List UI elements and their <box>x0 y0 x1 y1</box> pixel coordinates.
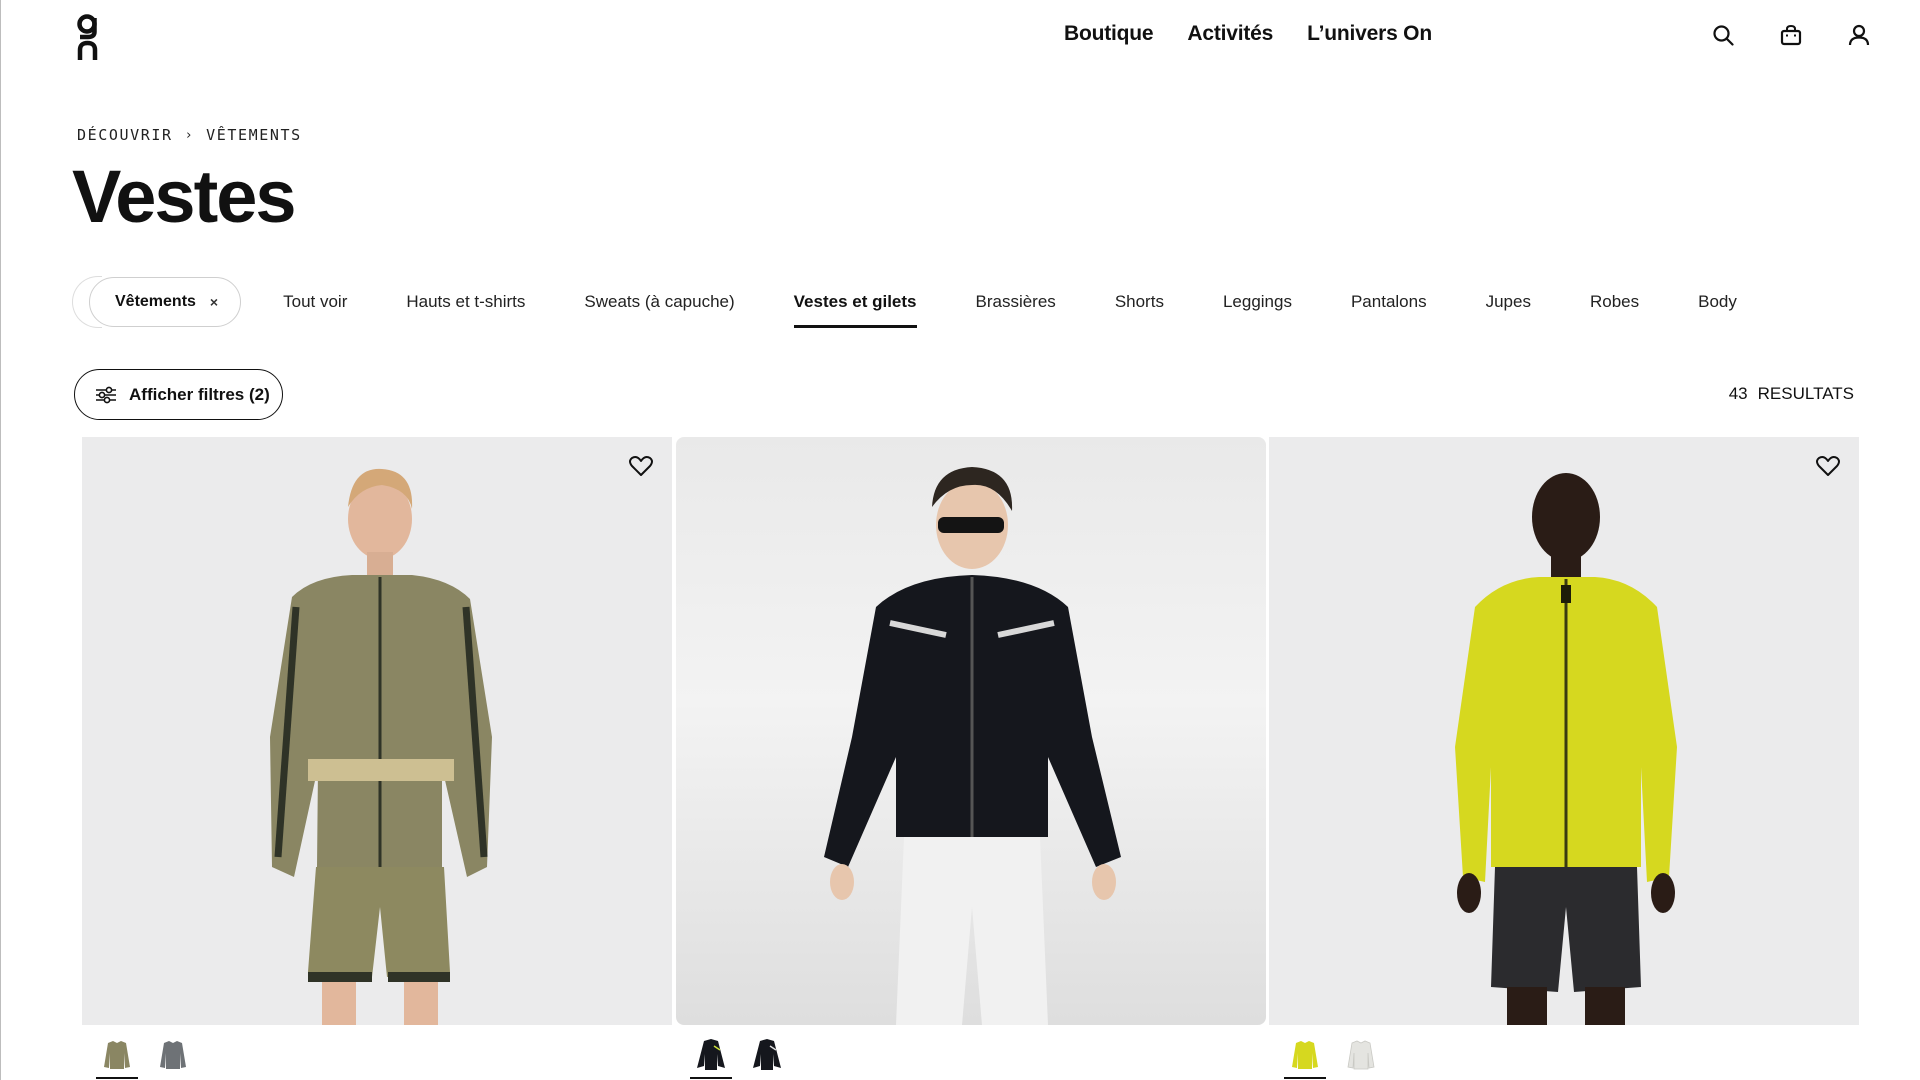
product-swatches <box>1284 1035 1382 1079</box>
nav-activites[interactable]: Activités <box>1187 22 1273 46</box>
tab-leggings[interactable]: Leggings <box>1223 276 1292 328</box>
tab-sweats[interactable]: Sweats (à capuche) <box>584 276 734 328</box>
heart-icon[interactable] <box>1815 453 1841 479</box>
page-title: Vestes <box>72 155 297 238</box>
on-logo-icon[interactable] <box>74 12 104 62</box>
nav-boutique[interactable]: Boutique <box>1064 22 1154 46</box>
category-bar: Vêtements × Tout voir Hauts et t-shirts … <box>72 276 1796 328</box>
swatch-jacket-icon[interactable] <box>690 1035 732 1079</box>
tab-brassieres[interactable]: Brassières <box>976 276 1056 328</box>
breadcrumb-vetements[interactable]: VÊTEMENTS <box>206 126 302 144</box>
active-filter-chip[interactable]: Vêtements × <box>89 277 242 327</box>
show-filters-button[interactable]: Afficher filtres (2) <box>74 369 283 420</box>
search-icon[interactable] <box>1710 22 1736 48</box>
breadcrumb-decouvrir[interactable]: DÉCOUVRIR <box>77 126 173 144</box>
close-icon[interactable]: × <box>210 294 218 310</box>
product-card[interactable] <box>676 437 1266 1025</box>
breadcrumb-separator: › <box>184 127 195 143</box>
account-icon[interactable] <box>1846 22 1872 48</box>
results-label: RESULTATS <box>1757 384 1854 403</box>
tab-tout-voir[interactable]: Tout voir <box>283 276 347 328</box>
product-swatches <box>690 1035 788 1079</box>
results-count: 43 RESULTATS <box>1729 384 1854 404</box>
product-image <box>1455 473 1677 1025</box>
product-card[interactable] <box>1269 437 1859 1025</box>
swatch-jacket-icon[interactable] <box>96 1035 138 1079</box>
results-number: 43 <box>1728 384 1748 403</box>
main-nav: Boutique Activités L’univers On <box>1064 22 1432 46</box>
nav-univers-on[interactable]: L’univers On <box>1307 22 1432 46</box>
chip-label: Vêtements <box>115 293 196 310</box>
heart-icon[interactable] <box>628 453 654 479</box>
tab-robes[interactable]: Robes <box>1590 276 1639 328</box>
tab-pantalons[interactable]: Pantalons <box>1351 276 1427 328</box>
swatch-jacket-icon[interactable] <box>152 1035 194 1075</box>
tab-vestes-et-gilets[interactable]: Vestes et gilets <box>793 276 917 328</box>
product-image <box>270 468 492 1025</box>
product-image <box>824 467 1121 1025</box>
swatch-jacket-icon[interactable] <box>1340 1035 1382 1075</box>
product-swatches <box>96 1035 194 1079</box>
show-filters-label: Afficher filtres (2) <box>129 384 270 404</box>
tab-shorts[interactable]: Shorts <box>1115 276 1164 328</box>
tab-body[interactable]: Body <box>1698 276 1737 328</box>
bag-icon[interactable] <box>1778 22 1804 48</box>
category-tabs: Tout voir Hauts et t-shirts Sweats (à ca… <box>283 276 1796 328</box>
sliders-icon <box>96 386 116 403</box>
product-card[interactable] <box>82 437 672 1025</box>
breadcrumb: DÉCOUVRIR › VÊTEMENTS <box>77 126 302 144</box>
swatch-jacket-icon[interactable] <box>1284 1035 1326 1079</box>
header-actions <box>1710 22 1872 48</box>
tab-jupes[interactable]: Jupes <box>1486 276 1531 328</box>
left-edge-divider <box>0 0 1 1080</box>
tab-hauts[interactable]: Hauts et t-shirts <box>406 276 525 328</box>
swatch-jacket-icon[interactable] <box>746 1035 788 1075</box>
